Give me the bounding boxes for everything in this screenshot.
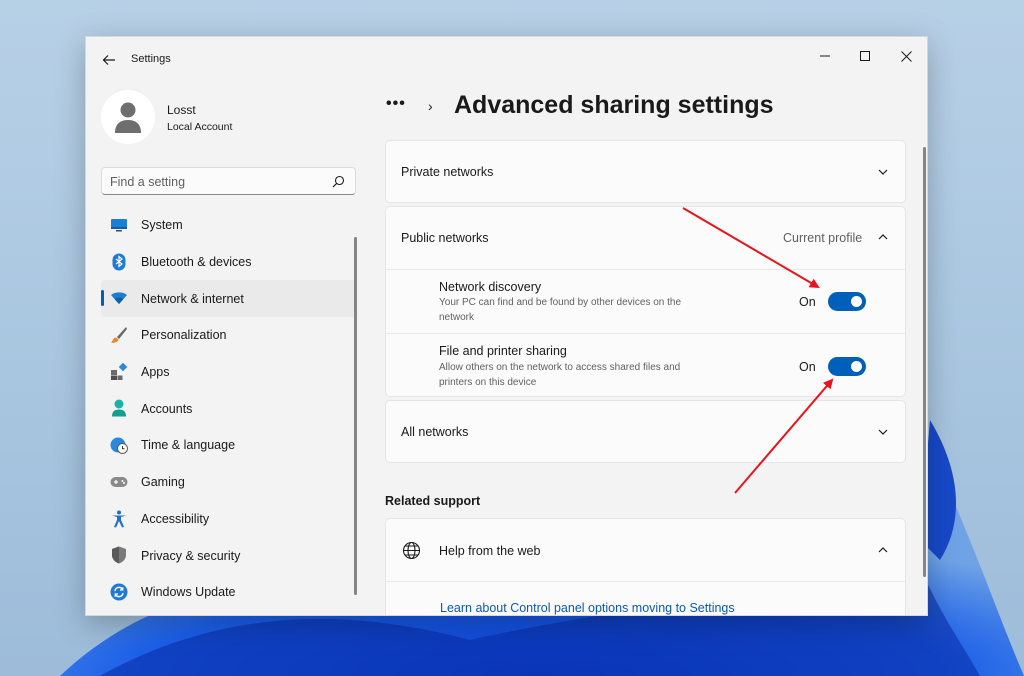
- globe-clock-icon: [110, 436, 128, 455]
- sidebar-item-label: Bluetooth & devices: [141, 255, 252, 270]
- divider: [386, 333, 905, 334]
- chevron-up-icon[interactable]: [876, 543, 890, 557]
- chevron-right-icon: ›: [428, 98, 433, 114]
- accessibility-icon: [110, 510, 128, 528]
- main-scrollbar[interactable]: [923, 147, 926, 577]
- help-from-web-card: Help from the web Learn about Control pa…: [385, 518, 906, 615]
- apps-icon: [110, 362, 128, 381]
- divider: [386, 269, 905, 270]
- sidebar-scrollbar[interactable]: [354, 237, 357, 595]
- chevron-down-icon[interactable]: [876, 165, 890, 179]
- user-profile[interactable]: Losst Local Account: [101, 90, 341, 146]
- file-printer-sharing-toggle[interactable]: [828, 357, 866, 376]
- search-input[interactable]: [110, 173, 320, 190]
- related-support-heading: Related support: [385, 494, 481, 508]
- person-icon: [110, 399, 128, 417]
- sidebar-item-label: Network & internet: [141, 291, 244, 306]
- search-box: [101, 167, 356, 195]
- sidebar-item-label: Windows Update: [141, 585, 236, 600]
- sidebar-item-label: Time & language: [141, 438, 236, 453]
- help-from-web-label: Help from the web: [439, 544, 541, 558]
- network-discovery-title: Network discovery: [439, 280, 542, 294]
- help-link[interactable]: Learn about Control panel options moving…: [440, 601, 735, 615]
- arrow-left-icon: [102, 55, 115, 65]
- bluetooth-icon: [110, 253, 128, 271]
- minimize-icon: [820, 55, 830, 57]
- all-networks-card[interactable]: All networks: [385, 400, 906, 463]
- sidebar-item-privacy[interactable]: Privacy & security: [101, 537, 356, 574]
- close-icon: [900, 50, 912, 62]
- update-icon: [110, 583, 128, 601]
- title-bar: Settings: [86, 37, 927, 81]
- network-discovery-toggle[interactable]: [828, 292, 866, 311]
- sidebar-item-label: Privacy & security: [141, 548, 241, 563]
- globe-icon: [402, 541, 421, 560]
- brush-icon: [110, 326, 128, 344]
- monitor-icon: [110, 216, 128, 234]
- all-networks-label: All networks: [401, 425, 469, 439]
- account-type: Local Account: [167, 121, 233, 133]
- network-discovery-state: On: [799, 295, 816, 309]
- sidebar-item-label: Accessibility: [141, 511, 210, 526]
- settings-window: Settings Losst Local Account Find a sett…: [85, 36, 928, 616]
- public-networks-label: Public networks: [401, 231, 489, 245]
- private-networks-card[interactable]: Private networks: [385, 140, 906, 203]
- sidebar-nav: System Bluetooth & devices Network & int…: [101, 207, 356, 611]
- chevron-up-icon[interactable]: [876, 230, 890, 244]
- sidebar-item-time-language[interactable]: Time & language: [101, 427, 356, 464]
- user-name: Losst: [167, 103, 196, 117]
- breadcrumb: ••• › Advanced sharing settings: [386, 89, 906, 125]
- file-printer-sharing-title: File and printer sharing: [439, 344, 567, 358]
- back-button[interactable]: [98, 49, 120, 71]
- sidebar-item-label: Gaming: [141, 475, 185, 490]
- sidebar-item-windows-update[interactable]: Windows Update: [101, 574, 356, 611]
- maximize-button[interactable]: [845, 41, 885, 71]
- sidebar-item-accessibility[interactable]: Accessibility: [101, 501, 356, 538]
- sidebar-item-bluetooth[interactable]: Bluetooth & devices: [101, 244, 356, 281]
- minimize-button[interactable]: [805, 41, 845, 71]
- avatar: [101, 90, 155, 144]
- sidebar-item-accounts[interactable]: Accounts: [101, 390, 356, 427]
- file-printer-sharing-description: Allow others on the network to access sh…: [439, 362, 681, 388]
- search-icon[interactable]: [332, 175, 345, 188]
- wifi-icon: [110, 289, 128, 307]
- current-profile-badge: Current profile: [783, 231, 863, 245]
- close-button[interactable]: [886, 41, 926, 71]
- sidebar-item-label: Accounts: [141, 401, 193, 416]
- maximize-icon: [860, 51, 870, 61]
- gamepad-icon: [110, 473, 128, 491]
- sidebar-item-network[interactable]: Network & internet: [101, 280, 356, 318]
- private-networks-label: Private networks: [401, 165, 494, 179]
- shield-icon: [110, 546, 128, 564]
- file-printer-sharing-state: On: [799, 360, 816, 374]
- divider: [386, 581, 905, 582]
- chevron-down-icon[interactable]: [876, 425, 890, 439]
- network-discovery-description: Your PC can find and be found by other d…: [439, 297, 682, 323]
- sidebar-item-label: Apps: [141, 365, 170, 380]
- sidebar-item-label: System: [141, 218, 183, 233]
- sidebar-item-label: Personalization: [141, 328, 227, 343]
- person-icon: [115, 102, 141, 133]
- app-title: Settings: [131, 53, 171, 65]
- breadcrumb-overflow-button[interactable]: •••: [386, 95, 406, 113]
- sidebar-item-personalization[interactable]: Personalization: [101, 317, 356, 354]
- sidebar-item-apps[interactable]: Apps: [101, 354, 356, 391]
- page-title: Advanced sharing settings: [454, 91, 774, 119]
- public-networks-card: Public networks Current profile Network …: [385, 206, 906, 397]
- sidebar-item-system[interactable]: System: [101, 207, 356, 244]
- sidebar-item-gaming[interactable]: Gaming: [101, 464, 356, 501]
